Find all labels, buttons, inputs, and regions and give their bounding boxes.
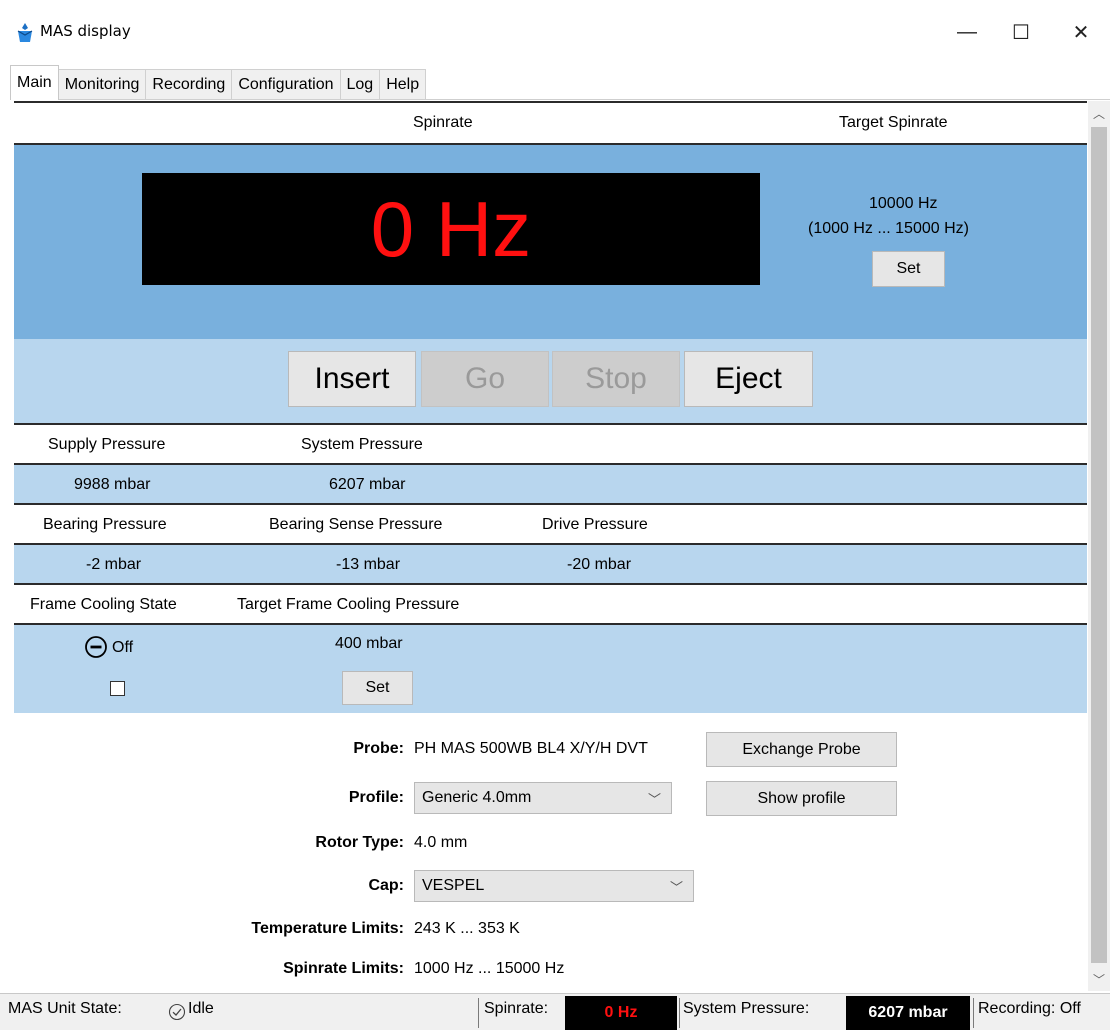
target-frame-cooling-label: Target Frame Cooling Pressure xyxy=(237,596,460,613)
statusbar-system-pressure-label: System Pressure: xyxy=(683,1000,810,1017)
target-spinrate-header: Target Spinrate xyxy=(839,114,948,131)
tab-monitoring[interactable]: Monitoring xyxy=(57,69,147,100)
drive-pressure-value: -20 mbar xyxy=(567,556,632,573)
pressure-value-row-1: 9988 mbar 6207 mbar xyxy=(14,463,1087,503)
spinrate-value: 0 Hz xyxy=(370,185,532,273)
rotor-type-label: Rotor Type: xyxy=(315,834,404,851)
frame-cooling-checkbox[interactable] xyxy=(110,681,125,696)
cooling-value-row: Off 400 mbar Set xyxy=(14,623,1087,713)
temperature-limits-label: Temperature Limits: xyxy=(251,920,404,937)
system-pressure-value: 6207 mbar xyxy=(329,476,406,493)
tab-recording[interactable]: Recording xyxy=(145,69,233,100)
probe-value: PH MAS 500WB BL4 X/Y/H DVT xyxy=(414,740,648,757)
probe-section: Probe: PH MAS 500WB BL4 X/Y/H DVT Exchan… xyxy=(14,713,1087,991)
statusbar-spinrate-value: 0 Hz xyxy=(565,996,677,1030)
minimize-button[interactable]: — xyxy=(944,14,990,50)
supply-pressure-value: 9988 mbar xyxy=(74,476,151,493)
frame-cooling-state-label: Frame Cooling State xyxy=(30,596,177,613)
pressure-header-row-2: Bearing Pressure Bearing Sense Pressure … xyxy=(14,503,1087,543)
spinrate-limits-label: Spinrate Limits: xyxy=(283,960,404,977)
supply-pressure-label: Supply Pressure xyxy=(48,436,166,453)
close-button[interactable]: ✕ xyxy=(1058,14,1104,50)
minus-circle-icon xyxy=(85,636,107,658)
spinrate-band: 0 Hz 10000 Hz (1000 Hz ... 15000 Hz) Set xyxy=(14,143,1087,339)
maximize-button[interactable]: ☐ xyxy=(998,14,1044,50)
rotor-type-value: 4.0 mm xyxy=(414,834,468,851)
check-circle-icon xyxy=(168,1003,186,1021)
set-cooling-button[interactable]: Set xyxy=(342,671,413,705)
tab-log[interactable]: Log xyxy=(339,69,381,100)
status-separator xyxy=(973,998,974,1028)
target-frame-cooling-value: 400 mbar xyxy=(335,635,403,652)
profile-select-value: Generic 4.0mm xyxy=(422,789,532,806)
spinrate-display: 0 Hz xyxy=(142,173,760,285)
chevron-up-icon[interactable]: ︿ xyxy=(1088,101,1110,125)
bearing-pressure-value: -2 mbar xyxy=(86,556,142,573)
profile-label: Profile: xyxy=(348,789,404,806)
mas-unit-state-value: Idle xyxy=(188,1000,214,1017)
set-spinrate-button[interactable]: Set xyxy=(872,251,945,287)
chevron-down-icon[interactable]: ﹀ xyxy=(1088,967,1110,991)
cooling-header-row: Frame Cooling State Target Frame Cooling… xyxy=(14,583,1087,623)
drive-pressure-label: Drive Pressure xyxy=(542,516,648,533)
mas-unit-state-label: MAS Unit State: xyxy=(8,1000,122,1017)
insert-button[interactable]: Insert xyxy=(288,351,416,407)
pressure-header-row-1: Supply Pressure System Pressure xyxy=(14,423,1087,463)
tab-divider xyxy=(10,99,1110,100)
status-separator xyxy=(478,998,479,1028)
target-spinrate-range: (1000 Hz ... 15000 Hz) xyxy=(808,220,969,237)
stop-button[interactable]: Stop xyxy=(552,351,680,407)
maximize-icon: ☐ xyxy=(1012,21,1030,44)
bearing-sense-pressure-label: Bearing Sense Pressure xyxy=(269,516,443,533)
tab-bar: Main Monitoring Recording Configuration … xyxy=(10,64,427,100)
minimize-icon: — xyxy=(957,20,977,43)
chevron-down-icon: ﹀ xyxy=(669,880,683,895)
window-title: MAS display xyxy=(40,22,131,40)
cap-label: Cap: xyxy=(368,877,404,894)
recording-label-text: Recording: xyxy=(978,1000,1056,1017)
scrollbar-thumb[interactable] xyxy=(1091,127,1107,963)
bearing-sense-pressure-value: -13 mbar xyxy=(336,556,401,573)
close-icon: ✕ xyxy=(1072,21,1090,44)
cap-select[interactable]: VESPEL ﹀ xyxy=(414,870,694,902)
statusbar-system-pressure-value: 6207 mbar xyxy=(846,996,970,1030)
cap-select-value: VESPEL xyxy=(422,877,485,894)
statusbar-recording-label: Recording: Off xyxy=(978,1000,1081,1018)
pressure-value-row-2: -2 mbar -13 mbar -20 mbar xyxy=(14,543,1087,583)
target-spinrate-value: 10000 Hz xyxy=(869,195,938,212)
control-buttons-band: Insert Go Stop Eject xyxy=(14,339,1087,423)
bearing-pressure-label: Bearing Pressure xyxy=(43,516,167,533)
spinrate-header-row: Spinrate Target Spinrate xyxy=(14,101,1087,143)
profile-select[interactable]: Generic 4.0mm ﹀ xyxy=(414,782,672,814)
frame-cooling-state-value: Off xyxy=(112,639,134,656)
status-bar: MAS Unit State: Idle Spinrate: 0 Hz Syst… xyxy=(0,993,1110,1030)
tab-main[interactable]: Main xyxy=(10,65,59,100)
probe-label: Probe: xyxy=(353,740,404,757)
recording-value: Off xyxy=(1059,1000,1081,1017)
tab-configuration[interactable]: Configuration xyxy=(231,69,341,100)
status-separator xyxy=(679,998,680,1028)
show-profile-button[interactable]: Show profile xyxy=(706,781,897,816)
spinrate-header: Spinrate xyxy=(413,114,473,131)
eject-button[interactable]: Eject xyxy=(684,351,813,407)
app-icon xyxy=(17,23,33,42)
exchange-probe-button[interactable]: Exchange Probe xyxy=(706,732,897,767)
tab-help[interactable]: Help xyxy=(379,69,427,100)
spinrate-limits-value: 1000 Hz ... 15000 Hz xyxy=(414,960,565,977)
go-button[interactable]: Go xyxy=(421,351,549,407)
main-panel: Spinrate Target Spinrate 0 Hz 10000 Hz (… xyxy=(14,101,1087,991)
vertical-scrollbar[interactable]: ︿ ﹀ xyxy=(1088,101,1110,991)
title-bar: MAS display — ☐ ✕ xyxy=(0,0,1110,62)
chevron-down-icon: ﹀ xyxy=(647,792,661,807)
system-pressure-label: System Pressure xyxy=(301,436,423,453)
temperature-limits-value: 243 K ... 353 K xyxy=(414,920,520,937)
statusbar-spinrate-label: Spinrate: xyxy=(484,1000,549,1017)
